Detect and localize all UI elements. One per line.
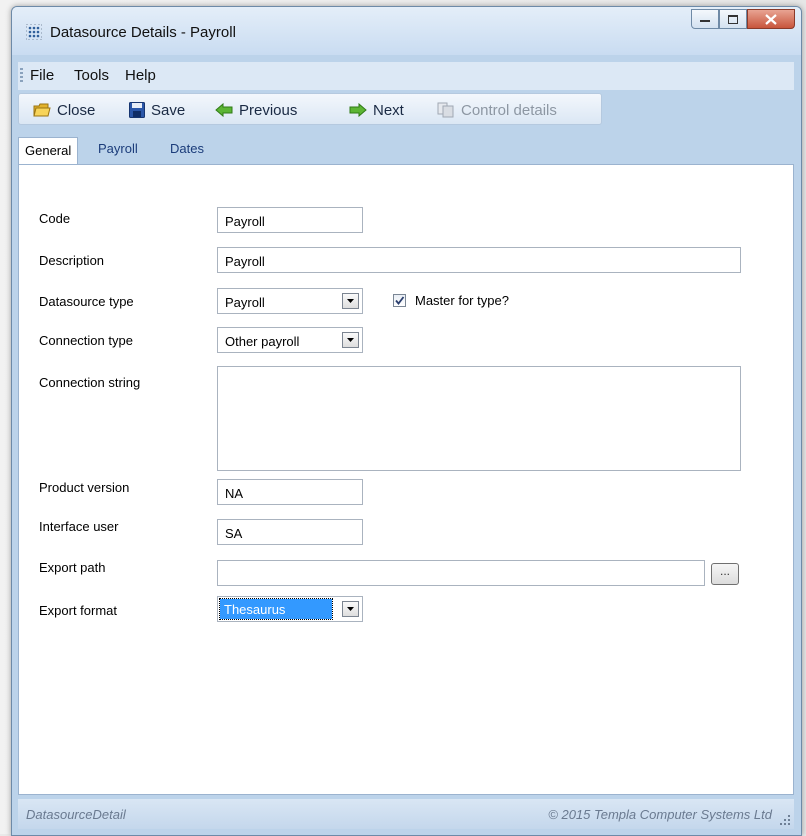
export-path-label: Export path [39, 560, 106, 575]
control-details-button[interactable]: Control details [437, 100, 557, 120]
title-bar: Datasource Details - Payroll [12, 7, 801, 55]
menu-tools[interactable]: Tools [74, 67, 109, 84]
dropdown-arrow-icon [347, 299, 354, 303]
export-format-label: Export format [39, 603, 118, 618]
menu-file[interactable]: File [30, 67, 54, 84]
window-controls [691, 9, 795, 29]
close-button[interactable]: Close [33, 100, 95, 120]
previous-arrow-icon [215, 103, 233, 117]
master-for-type-label: Master for type? [415, 293, 509, 308]
previous-button[interactable]: Previous [215, 100, 297, 120]
general-panel: Code Payroll Description Payroll Datasou… [18, 164, 794, 795]
interface-user-field[interactable]: SA [217, 519, 363, 545]
dropdown-arrow-icon [347, 338, 354, 342]
connection-type-label: Connection type [39, 333, 133, 348]
status-form-name: DatasourceDetail [26, 807, 126, 822]
tab-payroll[interactable]: Payroll [98, 141, 138, 156]
toolbar: Close Save Previous Next Control details [18, 93, 602, 125]
description-label: Description [39, 253, 105, 268]
connection-type-value: Other payroll [225, 334, 300, 349]
datasource-type-value: Payroll [225, 295, 265, 310]
export-path-field[interactable] [217, 560, 705, 586]
tab-strip: General Payroll Dates [18, 137, 794, 165]
export-format-value: Thesaurus [219, 598, 333, 620]
control-details-label: Control details [461, 101, 557, 119]
connection-string-label: Connection string [39, 375, 141, 390]
minimize-icon [700, 20, 710, 22]
next-button[interactable]: Next [349, 100, 404, 120]
connection-string-field[interactable] [217, 366, 741, 471]
close-folder-icon [33, 103, 51, 117]
save-label: Save [151, 101, 186, 119]
menu-grip [20, 68, 23, 84]
next-arrow-icon [349, 103, 367, 117]
product-version-label: Product version [39, 480, 130, 495]
datasource-details-window: Datasource Details - Payroll File Tools … [11, 6, 802, 836]
menu-help[interactable]: Help [125, 67, 156, 84]
save-button[interactable]: Save [129, 100, 185, 120]
menu-bar: File Tools Help [18, 62, 794, 90]
control-details-icon [437, 102, 454, 118]
minimize-button[interactable] [691, 9, 719, 29]
window-title: Datasource Details - Payroll [50, 24, 236, 41]
datasource-type-label: Datasource type [39, 294, 134, 309]
previous-label: Previous [239, 101, 298, 119]
next-label: Next [373, 101, 404, 119]
window-close-button[interactable] [747, 9, 795, 29]
connection-type-dropdown[interactable] [342, 332, 359, 348]
size-grip-icon[interactable] [779, 814, 791, 826]
interface-user-label: Interface user [39, 519, 119, 534]
app-grid-icon [26, 24, 42, 40]
connection-type-select[interactable]: Other payroll [217, 327, 363, 353]
code-label: Code [39, 211, 71, 226]
status-copyright: © 2015 Templa Computer Systems Ltd [548, 807, 772, 822]
tab-general[interactable]: General [18, 137, 79, 165]
maximize-icon [728, 14, 738, 24]
description-field[interactable]: Payroll [217, 247, 741, 273]
close-label: Close [57, 101, 96, 119]
save-disk-icon [129, 102, 145, 118]
close-icon [765, 13, 777, 25]
datasource-type-select[interactable]: Payroll [217, 288, 363, 314]
datasource-type-dropdown[interactable] [342, 293, 359, 309]
export-format-select[interactable]: Thesaurus [217, 596, 363, 622]
product-version-field[interactable]: NA [217, 479, 363, 505]
maximize-button[interactable] [719, 9, 747, 29]
tab-dates[interactable]: Dates [170, 141, 204, 156]
export-format-dropdown[interactable] [342, 601, 359, 617]
status-bar: DatasourceDetail © 2015 Templa Computer … [18, 799, 794, 829]
browse-button[interactable]: ... [711, 563, 739, 585]
checkmark-icon [395, 296, 405, 305]
master-for-type-checkbox[interactable] [393, 294, 406, 307]
dropdown-arrow-icon [347, 607, 354, 611]
code-field[interactable]: Payroll [217, 207, 363, 233]
